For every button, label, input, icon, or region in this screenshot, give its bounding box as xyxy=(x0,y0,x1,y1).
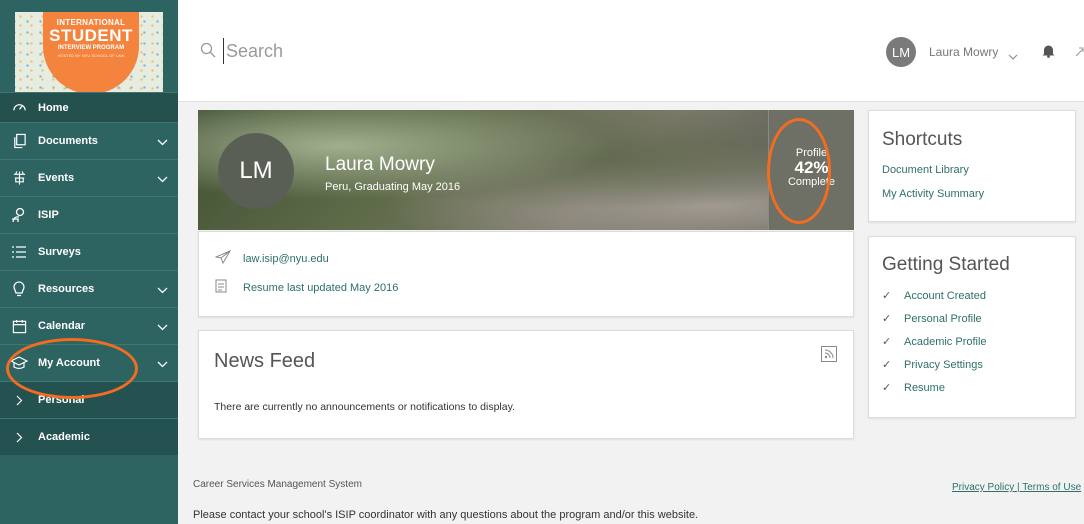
chevron-down-icon[interactable] xyxy=(157,174,168,186)
list-icon xyxy=(0,245,38,259)
sidebar-item-surveys[interactable]: Surveys xyxy=(0,233,178,270)
footer-links: Privacy Policy | Terms of Use xyxy=(952,482,1081,493)
sidebar-item-label: Personal xyxy=(38,394,85,406)
checkmark-icon: ✓ xyxy=(882,290,892,302)
sidebar-item-events[interactable]: Events xyxy=(0,159,178,196)
shortcut-activity-summary[interactable]: My Activity Summary xyxy=(882,188,984,200)
calendar-icon xyxy=(0,319,38,334)
checklist-item[interactable]: ✓ Personal Profile xyxy=(882,312,982,326)
sidebar-item-label: ISIP xyxy=(38,209,59,221)
sidebar-item-label: Home xyxy=(38,101,69,114)
contact-card: law.isip@nyu.edu Resume last updated May… xyxy=(198,231,854,317)
bell-icon[interactable] xyxy=(1042,43,1055,63)
chevron-down-icon[interactable] xyxy=(157,359,168,371)
shortcuts-card: Shortcuts Document Library My Activity S… xyxy=(868,110,1076,222)
checklist-label: Academic Profile xyxy=(904,335,987,348)
chevron-right-icon xyxy=(0,432,38,443)
checkmark-icon: ✓ xyxy=(882,313,892,325)
shortcut-document-library[interactable]: Document Library xyxy=(882,164,969,176)
checklist-item[interactable]: ✓ Privacy Settings xyxy=(882,358,983,372)
user-avatar[interactable]: LM xyxy=(886,37,916,67)
user-name[interactable]: Laura Mowry xyxy=(929,45,998,59)
news-feed-title: News Feed xyxy=(214,350,316,372)
document-icon xyxy=(215,279,243,296)
sidebar-subitem-personal[interactable]: Personal xyxy=(0,381,178,418)
checklist-item[interactable]: ✓ Academic Profile xyxy=(882,335,987,349)
footer-system-name: Career Services Management System xyxy=(193,479,362,490)
checklist-item[interactable]: ✓ Account Created xyxy=(882,289,986,303)
top-header: LM Laura Mowry xyxy=(178,0,1084,102)
sidebar-item-isip[interactable]: ISIP xyxy=(0,196,178,233)
email-link[interactable]: law.isip@nyu.edu xyxy=(243,253,329,265)
external-link-icon[interactable] xyxy=(1074,44,1084,62)
chevron-down-icon[interactable] xyxy=(157,322,168,334)
sidebar-subitem-academic[interactable]: Academic xyxy=(0,418,178,455)
completion-label-bottom: Complete xyxy=(787,176,836,188)
rss-icon[interactable] xyxy=(821,346,837,367)
profile-completion[interactable]: Profile 42% Complete xyxy=(768,110,854,230)
footer-contact-note: Please contact your school's ISIP coordi… xyxy=(193,509,699,521)
logo-line-3: INTERVIEW PROGRAM xyxy=(57,45,125,51)
chevron-down-icon[interactable] xyxy=(157,137,168,149)
sidebar-item-label: Academic xyxy=(38,431,90,443)
checklist-item[interactable]: ✓ Resume xyxy=(882,381,945,395)
sidebar-item-my-account[interactable]: My Account xyxy=(0,344,178,381)
profile-avatar[interactable]: LM xyxy=(218,133,294,209)
logo-line-4: HOSTED BY NYU SCHOOL OF LAW xyxy=(57,53,125,58)
profile-subtitle: Peru, Graduating May 2016 xyxy=(325,181,461,193)
chevron-down-icon[interactable] xyxy=(157,285,168,297)
footer-separator: | xyxy=(1017,482,1020,493)
checkmark-icon: ✓ xyxy=(882,382,892,394)
events-icon xyxy=(0,170,38,186)
privacy-policy-link[interactable]: Privacy Policy xyxy=(952,482,1014,493)
logo-line-2: STUDENT xyxy=(49,26,133,45)
isip-icon xyxy=(0,207,38,223)
getting-started-title: Getting Started xyxy=(882,254,1010,275)
program-logo[interactable]: INTERNATIONAL STUDENT INTERVIEW PROGRAM … xyxy=(15,12,163,92)
sidebar-item-resources[interactable]: Resources xyxy=(0,270,178,307)
sidebar-item-label: Surveys xyxy=(38,246,81,258)
lightbulb-icon xyxy=(0,281,38,297)
sidebar-item-documents[interactable]: Documents xyxy=(0,122,178,159)
news-empty-message: There are currently no announcements or … xyxy=(214,401,515,413)
chevron-right-icon xyxy=(0,395,38,406)
email-row[interactable]: law.isip@nyu.edu xyxy=(214,249,329,267)
sidebar: INTERNATIONAL STUDENT INTERVIEW PROGRAM … xyxy=(0,0,178,524)
send-icon xyxy=(214,249,243,267)
resume-link[interactable]: Resume last updated May 2016 xyxy=(243,282,398,294)
terms-of-use-link[interactable]: Terms of Use xyxy=(1022,482,1081,493)
logo-area: INTERNATIONAL STUDENT INTERVIEW PROGRAM … xyxy=(0,0,178,92)
graduation-cap-icon xyxy=(0,356,38,370)
chevron-down-icon[interactable] xyxy=(1008,47,1018,65)
resume-row[interactable]: Resume last updated May 2016 xyxy=(215,279,398,296)
checklist-label: Resume xyxy=(904,381,945,394)
news-feed-card: News Feed There are currently no announc… xyxy=(198,330,854,439)
search-icon[interactable] xyxy=(200,42,216,63)
search-input[interactable] xyxy=(223,38,523,64)
documents-icon xyxy=(0,133,38,149)
shortcuts-title: Shortcuts xyxy=(882,129,963,150)
dashboard-icon xyxy=(0,100,38,115)
logo-badge: INTERNATIONAL STUDENT INTERVIEW PROGRAM … xyxy=(43,12,139,92)
sidebar-item-calendar[interactable]: Calendar xyxy=(0,307,178,344)
getting-started-card: Getting Started ✓ Account Created ✓ Person… xyxy=(868,236,1076,418)
checklist-label: Account Created xyxy=(904,289,986,302)
checkmark-icon: ✓ xyxy=(882,359,892,371)
profile-name: Laura Mowry xyxy=(325,154,435,175)
completion-percent: 42% xyxy=(794,158,829,177)
sidebar-item-home[interactable]: Home xyxy=(0,92,178,122)
checklist-label: Personal Profile xyxy=(904,312,982,325)
profile-banner: LM Laura Mowry Peru, Graduating May 2016 xyxy=(198,110,768,230)
checklist-label: Privacy Settings xyxy=(904,358,983,371)
checkmark-icon: ✓ xyxy=(882,336,892,348)
